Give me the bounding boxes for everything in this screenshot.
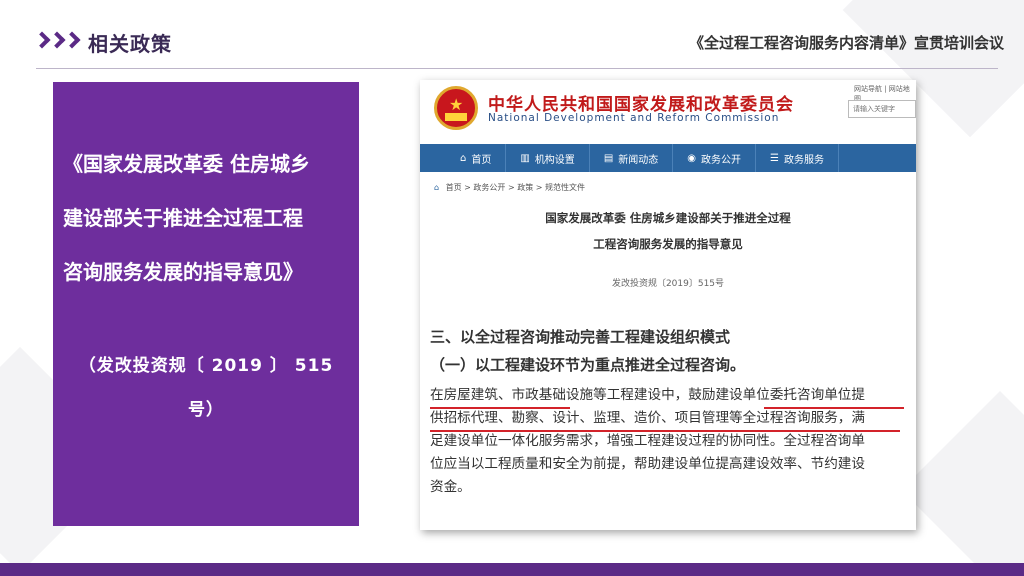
- site-header: ★ 中华人民共和国国家发展和改革委员会 National Development…: [420, 80, 916, 140]
- policy-title-line: 咨询服务发展的指导意见》: [63, 260, 303, 284]
- article-number: 发改投资规〔2019〕515号: [611, 279, 725, 289]
- sub-heading: （一）以工程建设环节为重点推进全过程咨询。: [430, 356, 746, 374]
- article-title: 工程咨询服务发展的指导意见: [593, 237, 743, 251]
- building-icon: ▥: [520, 152, 530, 164]
- highlight-underline: [430, 407, 570, 409]
- meeting-title: 《全过程工程咨询服务内容清单》宣贯培训会议: [688, 34, 1004, 52]
- policy-document-number: （发改投资规〔 2019 〕 515 号）: [53, 344, 359, 432]
- header-divider: [36, 68, 998, 69]
- nav-item-home[interactable]: ⌂ 首页: [420, 144, 507, 172]
- nav-item-label: 新闻动态: [618, 154, 659, 166]
- home-icon: ⌂: [460, 152, 467, 164]
- policy-title-line: 建设部关于推进全过程工程: [63, 206, 303, 230]
- nav-item-label: 政务服务: [783, 154, 824, 166]
- nav-item-services[interactable]: ☰ 政务服务: [756, 144, 839, 172]
- list-icon: ☰: [770, 152, 779, 164]
- breadcrumb-text: 首页 > 政务公开 > 政策 > 规范性文件: [445, 183, 585, 192]
- policy-document-title: 《国家发展改革委 住房城乡 建设部关于推进全过程工程 咨询服务发展的指导意见》: [63, 137, 359, 299]
- policy-number-line: 号）: [188, 400, 224, 420]
- breadcrumb[interactable]: ⌂ 首页 > 政务公开 > 政策 > 规范性文件: [434, 182, 585, 193]
- paragraph-line: 供招标代理、勘察、设计、监理、造价、项目管理等全过程咨询服务，满: [430, 410, 865, 426]
- nav-item-organization[interactable]: ▥ 机构设置: [506, 144, 590, 172]
- eye-icon: ◉: [687, 152, 696, 164]
- site-nav-bar: ⌂ 首页 ▥ 机构设置 ▤ 新闻动态 ◉ 政务公开 ☰ 政务服务: [420, 144, 916, 172]
- article-paragraph: 在房屋建筑、市政基础设施等工程建设中，鼓励建设单位委托咨询单位提 供招标代理、勘…: [430, 384, 910, 499]
- article-excerpt: 三、以全过程咨询推动完善工程建设组织模式 （一）以工程建设环节为重点推进全过程咨…: [420, 300, 916, 530]
- article-title: 国家发展改革委 住房城乡建设部关于推进全过程: [545, 211, 791, 225]
- highlight-underline: [764, 407, 904, 409]
- site-name-english: National Development and Reform Commissi…: [488, 112, 780, 124]
- nav-item-news[interactable]: ▤ 新闻动态: [590, 144, 674, 172]
- nav-item-disclosure[interactable]: ◉ 政务公开: [673, 144, 756, 172]
- site-search-input[interactable]: [848, 100, 916, 118]
- chevron-arrows-icon: [33, 31, 81, 49]
- breadcrumb-home-icon: ⌂: [434, 183, 440, 192]
- paragraph-line: 在房屋建筑、市政基础设施等工程建设中，鼓励建设单位委托咨询单位提: [430, 387, 865, 403]
- paragraph-line: 位应当以工程质量和安全为前提，帮助建设单位提高建设效率、节约建设: [430, 456, 865, 472]
- highlight-underline: [430, 430, 900, 432]
- section-title: 相关政策: [88, 32, 172, 56]
- policy-title-panel: 《国家发展改革委 住房城乡 建设部关于推进全过程工程 咨询服务发展的指导意见》 …: [53, 82, 359, 526]
- website-screenshot: ★ 中华人民共和国国家发展和改革委员会 National Development…: [420, 80, 916, 530]
- nav-item-label: 政务公开: [701, 154, 741, 166]
- paragraph-line: 足建设单位一体化服务需求，增强工程建设过程的协同性。全过程咨询单: [430, 433, 865, 449]
- policy-title-line: 《国家发展改革委 住房城乡: [63, 152, 310, 176]
- nav-item-label: 机构设置: [534, 154, 575, 166]
- news-icon: ▤: [603, 152, 614, 164]
- nav-item-label: 首页: [471, 154, 492, 166]
- paragraph-line: 资金。: [430, 479, 471, 495]
- national-emblem-icon: ★: [434, 86, 478, 130]
- footer-bar: [0, 563, 1024, 576]
- background-diamond: [901, 391, 1024, 576]
- section-heading: 三、以全过程咨询推动完善工程建设组织模式: [430, 328, 731, 346]
- slide-header: 相关政策 《全过程工程咨询服务内容清单》宣贯培训会议: [0, 0, 1024, 70]
- policy-number-line: （发改投资规〔 2019 〕 515: [78, 356, 334, 376]
